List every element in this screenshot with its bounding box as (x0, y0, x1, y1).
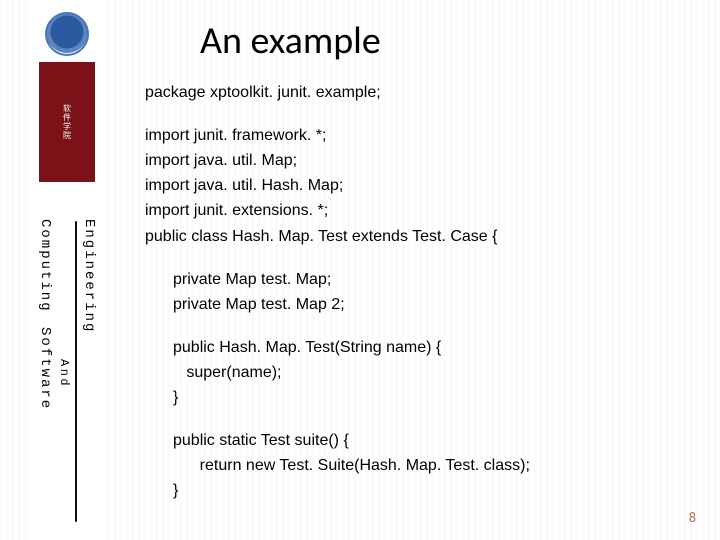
code-line: private Map test. Map; (145, 269, 685, 290)
sidebar-word-and: And (57, 359, 71, 388)
sidebar-word-computing: Computing (37, 219, 53, 313)
code-line: import junit. extensions. *; (145, 200, 685, 221)
code-line: public static Test suite() { (145, 430, 685, 451)
sidebar-word-engineering: Engineering (81, 219, 97, 333)
university-emblem-icon (45, 12, 89, 56)
sidebar-word-software: Software (37, 327, 53, 410)
sidebar: 软件学院 Computing Software And Engineering (28, 0, 106, 540)
sidebar-col-left: Computing Software (37, 215, 53, 528)
code-line: package xptoolkit. junit. example; (145, 82, 685, 103)
sidebar-col-mid: And (57, 215, 71, 528)
code-body: package xptoolkit. junit. example; impor… (145, 82, 685, 506)
code-line: public class Hash. Map. Test extends Tes… (145, 226, 685, 247)
code-line: } (145, 387, 685, 408)
seal-text: 软件学院 (62, 104, 73, 140)
slide: 软件学院 Computing Software And Engineering … (0, 0, 720, 540)
university-seal-block: 软件学院 (39, 62, 95, 182)
sidebar-divider-line (75, 221, 77, 522)
code-line: super(name); (145, 362, 685, 383)
code-line: return new Test. Suite(Hash. Map. Test. … (145, 455, 685, 476)
slide-title: An example (200, 18, 381, 64)
code-line: public Hash. Map. Test(String name) { (145, 337, 685, 358)
code-line: import junit. framework. *; (145, 125, 685, 146)
code-line: } (145, 480, 685, 501)
code-line: private Map test. Map 2; (145, 294, 685, 315)
sidebar-vertical-title: Computing Software And Engineering (28, 215, 106, 528)
code-line: import java. util. Hash. Map; (145, 175, 685, 196)
code-line: import java. util. Map; (145, 150, 685, 171)
page-number: 8 (689, 509, 696, 526)
sidebar-col-right: Engineering (81, 215, 97, 528)
